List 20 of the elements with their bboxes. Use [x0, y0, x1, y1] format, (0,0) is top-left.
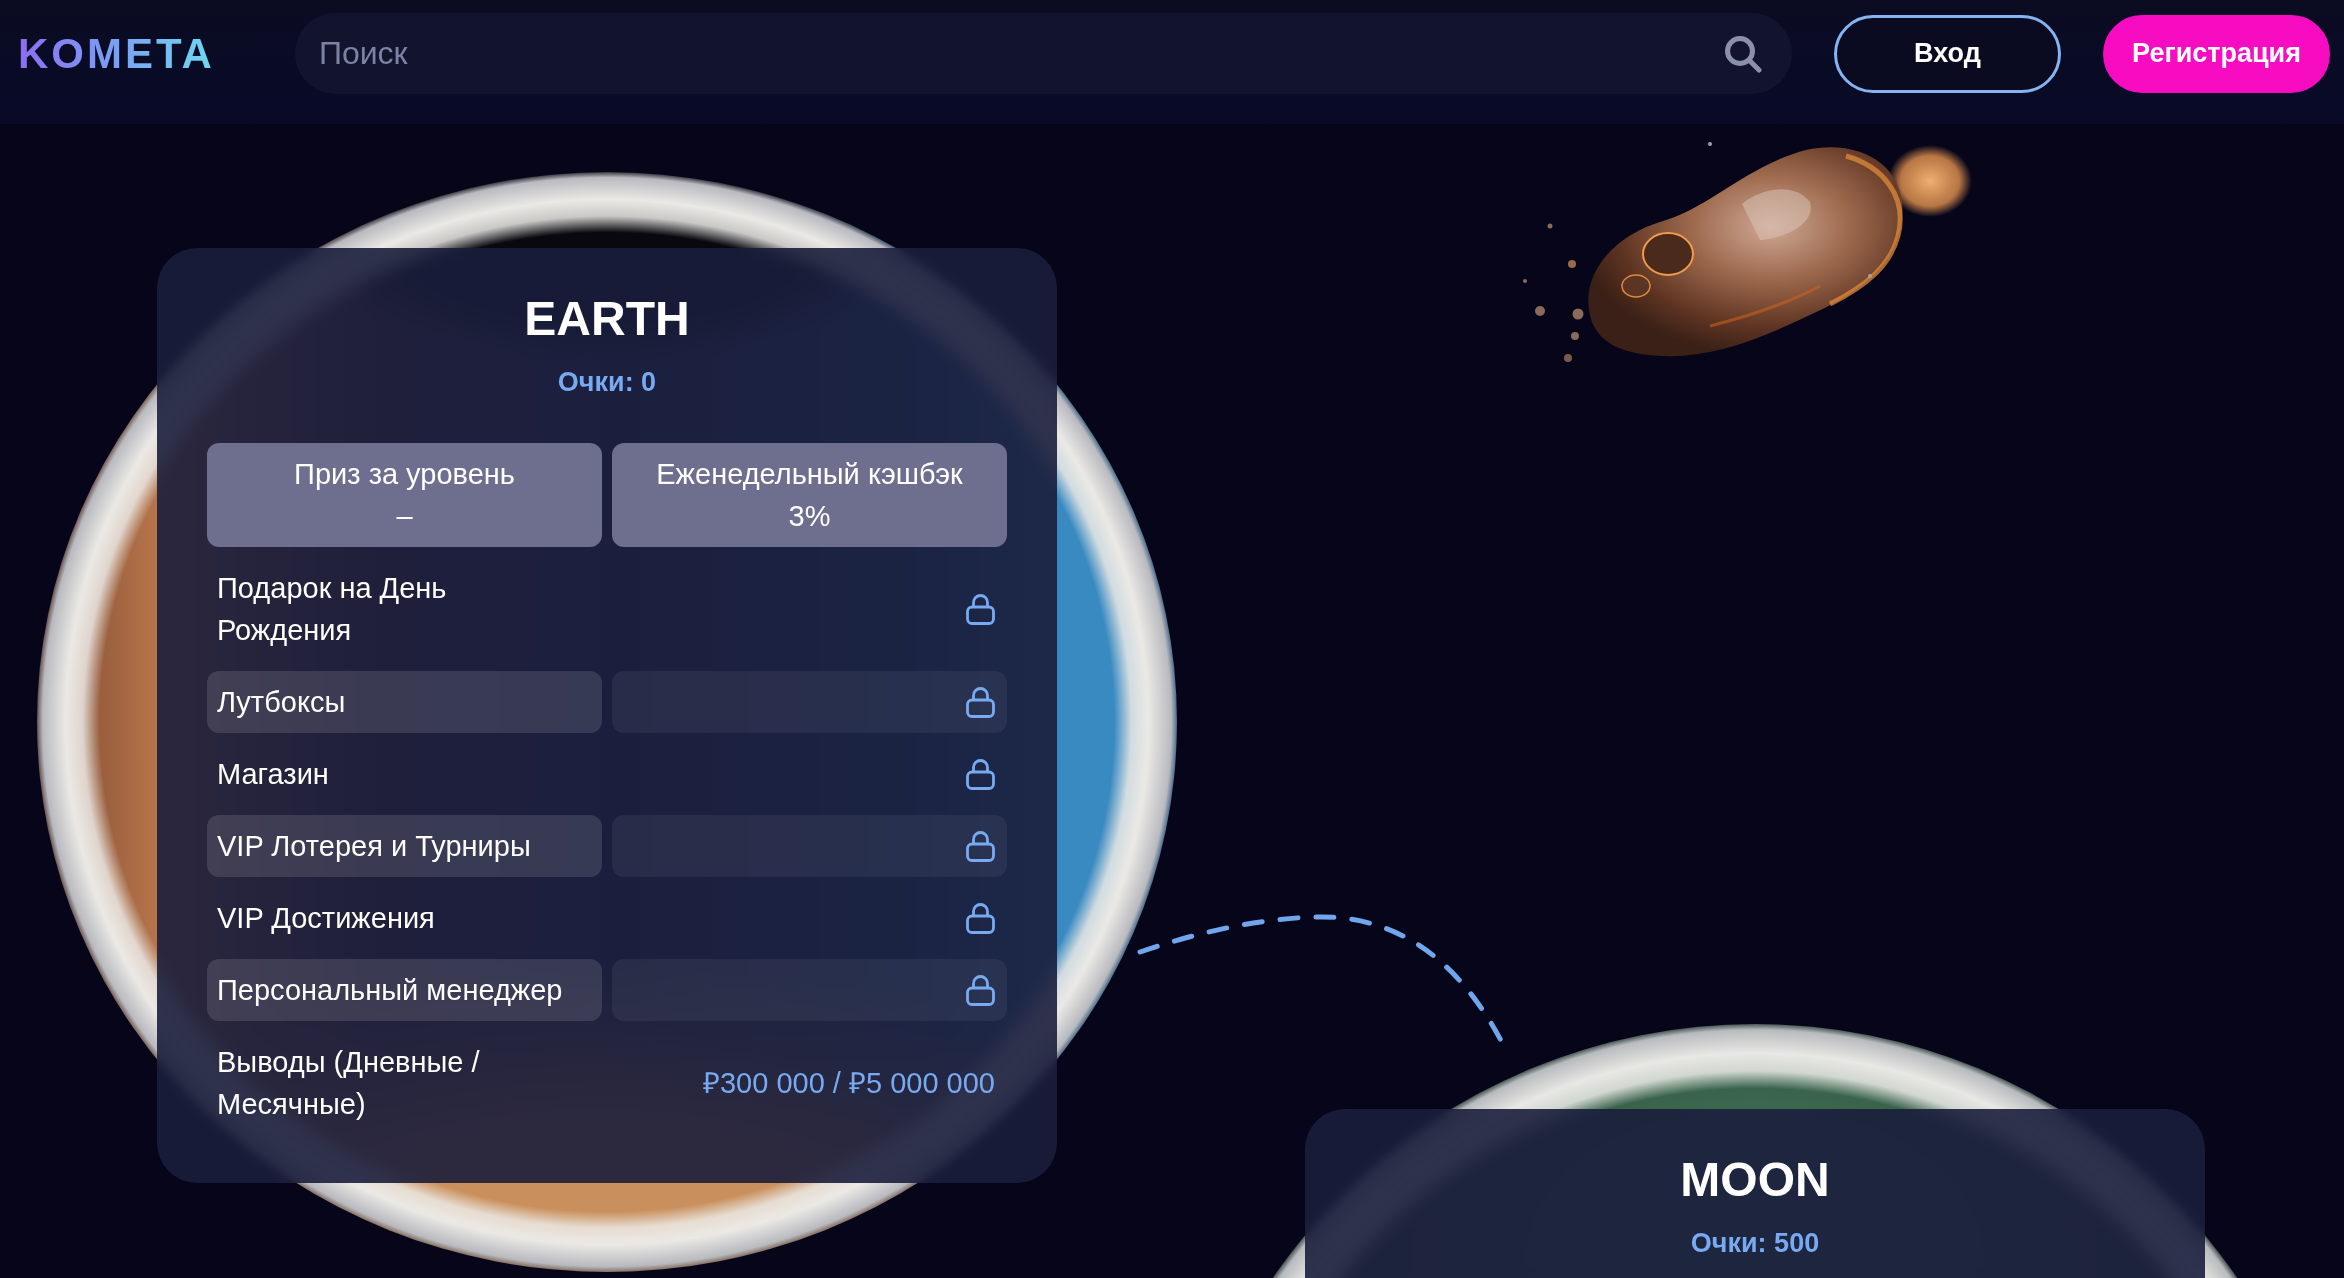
feature-label: Выводы (Дневные / Месячные) [217, 1045, 481, 1122]
reward-label: Приз за уровень [294, 457, 515, 492]
limit-value: ₽300 000 / ₽5 000 000 [703, 1066, 995, 1101]
level-points: Очки: 500 [1690, 1227, 1820, 1260]
feature-label: VIP Лотерея и Турниры [217, 829, 531, 864]
reward-label: Еженедельный кэшбэк [656, 457, 963, 492]
level-title: MOON [1680, 1152, 1830, 1208]
search-field[interactable]: Поиск [294, 13, 1792, 94]
reward-value: – [396, 499, 413, 534]
level-points: Очки: 0 [557, 366, 657, 399]
level-title: EARTH [524, 291, 690, 347]
feature-label: VIP Достижения [217, 901, 435, 936]
login-button[interactable]: Вход [1834, 14, 2061, 93]
register-button[interactable]: Регистрация [2103, 14, 2330, 93]
search-icon[interactable] [1724, 35, 1762, 73]
reward-value: 3% [788, 499, 831, 534]
feature-label: Лутбоксы [217, 685, 346, 720]
feature-label: Персональный менеджер [217, 973, 563, 1008]
feature-label: Магазин [217, 757, 329, 792]
feature-label: Подарок на День Рождения [217, 571, 448, 648]
